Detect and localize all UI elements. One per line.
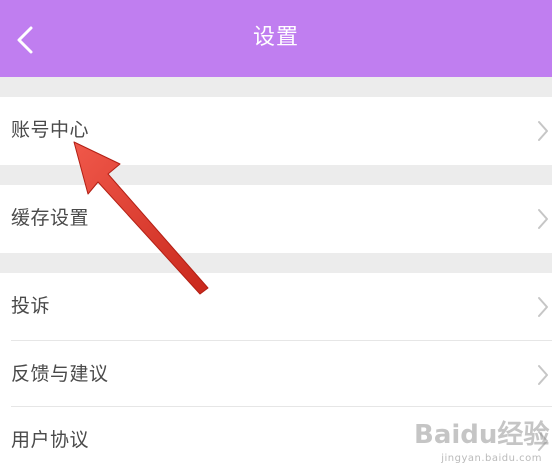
settings-item-label: 账号中心 xyxy=(11,119,90,141)
chevron-right-icon xyxy=(538,297,548,317)
settings-item-account-center[interactable]: 账号中心 xyxy=(0,97,552,165)
settings-item-feedback[interactable]: 反馈与建议 xyxy=(0,341,552,409)
settings-item-cache-settings[interactable]: 缓存设置 xyxy=(0,185,552,253)
settings-screen: 设置 账号中心 缓存设置 投诉 反馈与建议 用户协议 Baidu经验 jingy… xyxy=(0,0,552,474)
chevron-right-icon xyxy=(538,209,548,229)
settings-item-label: 用户协议 xyxy=(11,429,90,451)
page-title: 设置 xyxy=(252,25,299,50)
settings-item-complaint[interactable]: 投诉 xyxy=(0,273,552,341)
chevron-right-icon xyxy=(538,365,548,385)
settings-item-label: 反馈与建议 xyxy=(11,363,109,385)
chevron-right-icon xyxy=(538,121,548,141)
settings-item-label: 投诉 xyxy=(11,295,51,317)
chevron-right-icon xyxy=(538,431,548,451)
settings-item-user-agreement[interactable]: 用户协议 xyxy=(0,407,552,474)
top-bar: 设置 xyxy=(0,0,552,77)
settings-item-label: 缓存设置 xyxy=(11,207,90,229)
